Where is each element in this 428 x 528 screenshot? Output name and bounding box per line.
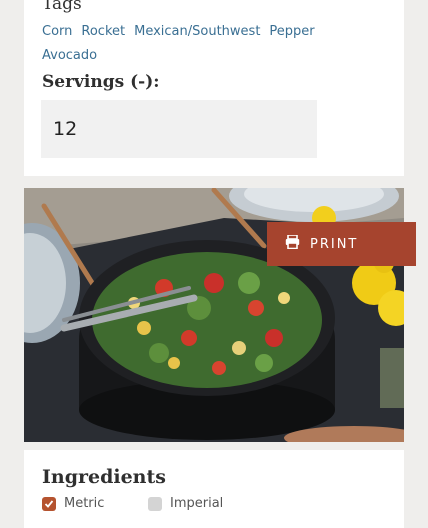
tag-link-rocket[interactable]: Rocket xyxy=(81,23,125,41)
print-button[interactable]: PRINT xyxy=(267,222,416,266)
ingredients-card: Ingredients Metric Imperial xyxy=(24,450,404,528)
imperial-label: Imperial xyxy=(170,496,224,511)
tag-link-corn[interactable]: Corn xyxy=(42,23,72,41)
print-button-label: PRINT xyxy=(310,236,359,252)
metric-checkbox[interactable] xyxy=(42,496,56,511)
servings-label: Servings (-): xyxy=(42,72,160,92)
tag-link-avocado[interactable]: Avocado xyxy=(42,47,97,65)
recipe-meta-card: Tags Corn Rocket Mexican/Southwest Peppe… xyxy=(24,0,404,176)
imperial-checkbox[interactable] xyxy=(148,496,162,511)
metric-label: Metric xyxy=(64,496,105,511)
unit-option-imperial[interactable]: Imperial xyxy=(148,496,223,511)
unit-option-metric[interactable]: Metric xyxy=(42,496,104,511)
printer-icon xyxy=(285,233,300,254)
tag-link-mexican-southwest[interactable]: Mexican/Southwest xyxy=(134,23,260,41)
tags-heading: Tags xyxy=(42,0,82,14)
check-icon xyxy=(44,499,54,508)
tag-list: Corn Rocket Mexican/Southwest Pepper Avo… xyxy=(42,23,362,65)
tag-link-pepper[interactable]: Pepper xyxy=(269,23,314,41)
recipe-page: Tags Corn Rocket Mexican/Southwest Peppe… xyxy=(0,0,428,528)
ingredients-heading: Ingredients xyxy=(42,466,166,488)
servings-input[interactable] xyxy=(41,100,317,158)
